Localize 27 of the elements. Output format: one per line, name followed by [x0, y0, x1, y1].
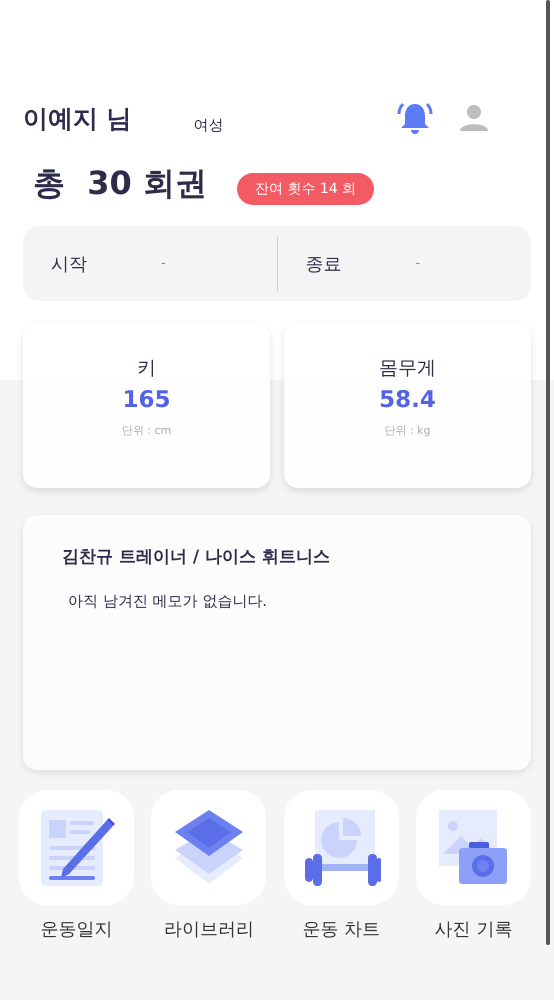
menu-tile[interactable]: [284, 790, 399, 905]
trainer-title: 김찬규 트레이너 / 나이스 휘트니스: [62, 546, 331, 568]
menu-tile[interactable]: [416, 790, 531, 905]
total-sessions: 총 30 회권: [33, 163, 207, 204]
measurement-value: 165: [122, 387, 170, 413]
user-name: 이예지 님: [23, 102, 132, 134]
remaining-badge: 잔여 횟수 14 회: [236, 173, 374, 205]
measurement-label: 키: [137, 356, 156, 381]
period-label: 시작: [51, 252, 88, 276]
memo-text: 아직 남겨진 메모가 없습니다.: [68, 592, 268, 611]
period-value: -: [161, 256, 166, 271]
measurement-label: 몸무게: [379, 356, 436, 381]
measurement-value: 58.4: [379, 387, 436, 413]
menu-tile[interactable]: [19, 790, 134, 905]
menu-label[interactable]: 라이브러리: [164, 917, 254, 941]
menu-label[interactable]: 운동일지: [40, 917, 112, 941]
pen-document-icon: [38, 808, 114, 888]
scrollbar[interactable]: [546, 0, 550, 945]
period-value: -: [416, 256, 420, 271]
measurement-unit: 단위 : cm: [122, 423, 172, 438]
notification-bell-icon[interactable]: [397, 100, 433, 136]
menu-label[interactable]: 운동 차트: [302, 917, 380, 941]
menu-label[interactable]: 사진 기록: [434, 917, 512, 941]
menu-tile[interactable]: [151, 790, 266, 905]
period-label: 종료: [306, 252, 342, 276]
gender-label: 여성: [194, 116, 224, 134]
measurement-unit: 단위 : kg: [384, 423, 431, 438]
